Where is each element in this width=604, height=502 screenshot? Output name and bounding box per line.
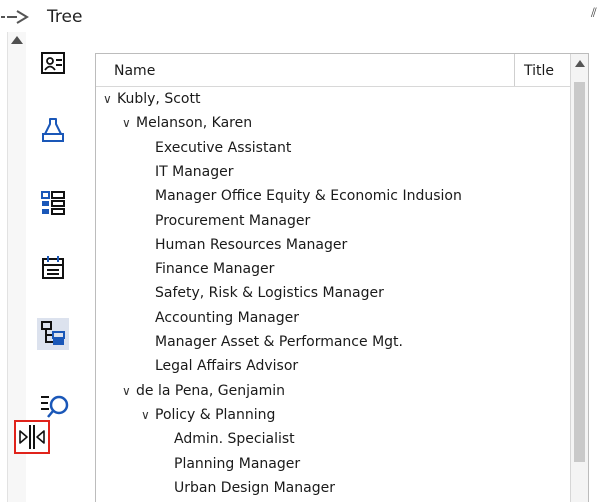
tree-row[interactable]: IT Manager — [96, 160, 234, 184]
tree-row[interactable]: Accounting Manager — [96, 306, 299, 330]
column-header: Name Title — [96, 54, 570, 87]
calendar-button[interactable] — [39, 253, 67, 281]
tree-row[interactable]: Planning Manager — [96, 452, 300, 476]
chevron-down-icon[interactable]: ∨ — [103, 87, 117, 111]
tree-row-label: Finance Manager — [155, 261, 275, 278]
org-tree-icon — [41, 321, 65, 345]
tree-row-label: IT Manager — [155, 163, 234, 180]
column-header-name[interactable]: Name — [114, 63, 155, 79]
tree-row[interactable]: Human Resources Manager — [96, 233, 347, 257]
tree-row-label: Human Resources Manager — [155, 236, 348, 253]
list-view-icon — [41, 191, 65, 215]
tree-row[interactable]: Manager Asset & Performance Mgt. — [96, 330, 403, 354]
list-view-button[interactable] — [39, 188, 67, 216]
scroll-up-arrow-icon[interactable] — [11, 36, 23, 44]
tree-row[interactable]: Procurement Manager — [96, 209, 310, 233]
tree-row-label: Admin. Specialist — [174, 431, 295, 448]
vertical-scrollbar[interactable] — [570, 54, 588, 502]
tree-row[interactable]: Admin. Specialist — [96, 427, 295, 451]
tree-row-label: Policy & Planning — [155, 406, 276, 423]
tree-row[interactable]: ∨ Melanson, Karen — [96, 111, 252, 135]
tree-row[interactable]: ∨ de la Pena, Genjamin — [96, 379, 285, 403]
tree-row[interactable]: Urban Design Manager — [96, 476, 335, 500]
pin-icon[interactable]: ⫽ — [591, 6, 597, 21]
scrollbar-thumb[interactable] — [574, 82, 585, 462]
contact-card-icon — [41, 52, 65, 74]
tree-row-label: Planning Manager — [174, 455, 301, 472]
tree-row-label: Urban Design Manager — [174, 479, 335, 496]
tree-row-label: Kubly, Scott — [117, 91, 201, 107]
tree-row[interactable]: Manager Office Equity & Economic Indusio… — [96, 184, 462, 208]
list-search-button[interactable] — [37, 393, 71, 419]
tree-row[interactable]: Safety, Risk & Logistics Manager — [96, 281, 384, 305]
tree-row-label: Manager Asset & Performance Mgt. — [155, 334, 403, 350]
column-separator[interactable] — [514, 54, 515, 86]
tree-row-label: Manager Office Equity & Economic Indusio… — [155, 188, 462, 205]
tree-row-label: Accounting Manager — [155, 309, 299, 326]
arrow-right-icon — [1, 10, 29, 24]
bell-icon — [42, 118, 64, 142]
tree-row[interactable]: ∨ Kubly, Scott — [96, 87, 200, 111]
tree-row-label: Safety, Risk & Logistics Manager — [155, 285, 384, 302]
tree-row-label: Executive Assistant — [155, 139, 292, 156]
resize-cursor-icon — [19, 425, 45, 449]
tree-row[interactable]: ∨ Policy & Planning — [96, 403, 275, 427]
calendar-icon — [42, 256, 64, 279]
tree-row[interactable]: Finance Manager — [96, 257, 274, 281]
list-search-icon — [41, 395, 69, 418]
tree-row-label: Procurement Manager — [155, 212, 311, 229]
tree-row-label: Melanson, Karen — [136, 115, 253, 132]
tree-view[interactable]: Name Title ∨ Kubly, Scott ∨ Melanson, Karen… — [95, 53, 589, 502]
contact-card-button[interactable] — [39, 49, 67, 77]
tree-row[interactable]: Legal Affairs Advisor — [96, 354, 298, 378]
scroll-up-arrow-icon[interactable] — [575, 60, 585, 67]
chevron-down-icon[interactable]: ∨ — [122, 111, 136, 135]
tree-row-label: de la Pena, Genjamin — [136, 382, 285, 399]
tree-row-label: Legal Affairs Advisor — [155, 358, 299, 375]
tree-row[interactable]: Executive Assistant — [96, 136, 291, 160]
chevron-down-icon[interactable]: ∨ — [141, 403, 155, 427]
alert-button[interactable] — [39, 116, 67, 144]
panel-title: Tree — [47, 7, 83, 27]
chevron-down-icon[interactable]: ∨ — [122, 379, 136, 403]
resize-handle[interactable] — [14, 420, 50, 454]
org-tree-button[interactable] — [37, 318, 69, 350]
column-header-title[interactable]: Title — [524, 63, 554, 79]
